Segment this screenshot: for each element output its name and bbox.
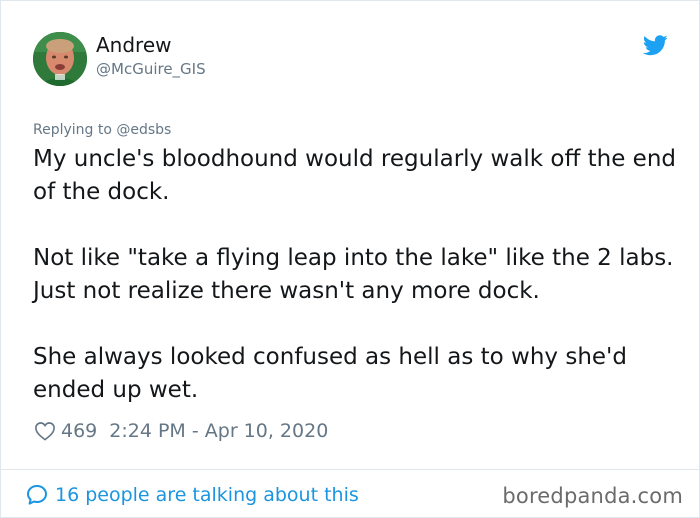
speech-bubble-icon bbox=[27, 485, 47, 505]
avatar[interactable] bbox=[33, 32, 87, 86]
tweet-card: Andrew @McGuire_GIS Replying to @edsbs M… bbox=[0, 0, 700, 518]
like-count[interactable]: 469 bbox=[61, 420, 97, 442]
profile-photo-icon bbox=[33, 32, 87, 86]
talking-about-link[interactable]: 16 people are talking about this bbox=[25, 482, 359, 508]
display-name[interactable]: Andrew bbox=[96, 33, 172, 57]
divider bbox=[1, 469, 699, 470]
user-handle[interactable]: @McGuire_GIS bbox=[96, 60, 206, 78]
twitter-bird-icon[interactable] bbox=[642, 35, 668, 56]
tweet-paragraph: Not like "take a flying leap into the la… bbox=[33, 245, 674, 304]
replying-to[interactable]: Replying to @edsbs bbox=[33, 122, 171, 138]
timestamp[interactable]: 2:24 PM - Apr 10, 2020 bbox=[109, 420, 328, 442]
tweet-paragraph: She always looked confused as hell as to… bbox=[33, 344, 627, 403]
tweet-paragraph: My uncle's bloodhound would regularly wa… bbox=[33, 146, 677, 205]
heart-icon[interactable] bbox=[34, 421, 56, 441]
tweet-meta: 469 2:24 PM - Apr 10, 2020 bbox=[34, 419, 328, 443]
watermark: boredpanda.com bbox=[502, 484, 683, 508]
talking-text: 16 people are talking about this bbox=[55, 484, 359, 506]
tweet-text: My uncle's bloodhound would regularly wa… bbox=[33, 143, 683, 407]
